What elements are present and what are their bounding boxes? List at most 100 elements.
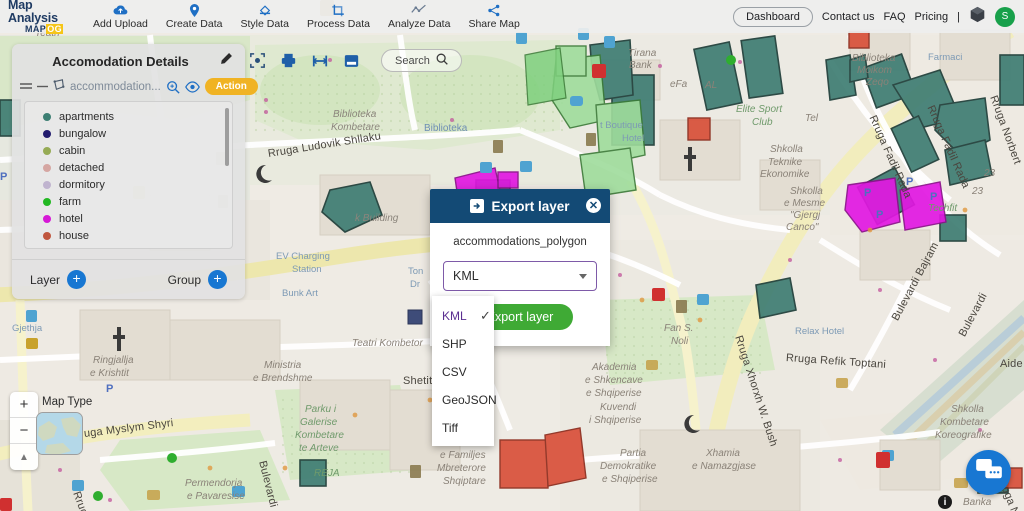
search-icon[interactable] (436, 53, 448, 68)
map-type-label: Map Type (42, 396, 93, 408)
search-placeholder: Search (395, 54, 430, 67)
format-option[interactable]: KML ✓ (432, 302, 494, 330)
info-icon[interactable]: i (938, 495, 952, 509)
dashboard-button[interactable]: Dashboard (733, 6, 813, 27)
fullscreen-target-icon[interactable] (250, 53, 265, 68)
legend-item-label: house (59, 229, 89, 242)
action-button-label: Action (215, 81, 247, 92)
legend-color-swatch (43, 214, 51, 223)
export-layer-dialog: Export layer ✕ accommodations_polygon KM… (430, 189, 610, 446)
zoom-to-layer-icon[interactable] (166, 80, 180, 94)
legend-item-label: apartments (59, 110, 115, 123)
avatar[interactable]: S (995, 6, 1015, 27)
svg-text:P: P (876, 209, 883, 221)
legend-color-swatch (43, 163, 51, 172)
add-group-plus-icon[interactable]: + (208, 270, 227, 289)
nav-process-data[interactable]: Process Data (298, 3, 379, 31)
group-label: Group (167, 272, 201, 287)
nav-add-upload[interactable]: Add Upload (84, 3, 157, 31)
cube-icon[interactable] (969, 6, 986, 28)
map-type-control: Map Type (36, 396, 92, 455)
minus-icon[interactable] (37, 80, 48, 94)
measure-icon[interactable] (312, 54, 328, 68)
format-option-label: Tiff (442, 421, 459, 435)
page-title: Accomodation Details (52, 54, 189, 69)
legend-item[interactable]: cabin (25, 142, 232, 159)
map-pin-icon (189, 3, 200, 17)
search-input[interactable]: Search (381, 49, 462, 72)
format-option[interactable]: SHP (432, 330, 494, 358)
legend-color-swatch (43, 129, 51, 138)
add-group-control[interactable]: Group + (168, 270, 227, 289)
legend-item-label: cabin (59, 144, 86, 157)
map-toolbar: Search (250, 49, 462, 72)
legend-item[interactable]: house (25, 227, 232, 244)
format-option-label: KML (442, 309, 467, 323)
contact-us-link[interactable]: Contact us (822, 11, 875, 23)
legend-item-label: detached (59, 161, 105, 174)
legend-item[interactable]: bungalow (25, 125, 232, 142)
zoom-out-button[interactable]: − (10, 418, 38, 444)
compass-button[interactable]: ▲ (10, 444, 38, 470)
legend-item-label: residential (59, 247, 109, 249)
layer-name[interactable]: accommodation... (70, 81, 161, 93)
legend-icon[interactable] (344, 54, 359, 68)
svg-text:P: P (930, 191, 937, 203)
add-layer-control[interactable]: Layer + (30, 270, 87, 289)
svg-text:P: P (906, 176, 913, 188)
nav-create-data[interactable]: Create Data (157, 3, 232, 31)
pencil-icon[interactable] (219, 52, 235, 71)
format-option[interactable]: GeoJSON (432, 386, 497, 414)
chat-button[interactable] (966, 450, 1011, 495)
print-icon[interactable] (281, 53, 296, 68)
layer-row: accommodation... Action (12, 77, 258, 101)
nav-label: Share Map (468, 17, 520, 30)
nav-analyze-data[interactable]: Analyze Data (379, 3, 459, 31)
map-type-thumbnail[interactable] (36, 412, 83, 455)
legend-item-label: farm (59, 195, 81, 208)
chevron-down-icon (579, 273, 587, 279)
eye-icon[interactable] (184, 80, 200, 94)
legend-list[interactable]: apartments bungalow cabin detached dormitory… (24, 101, 233, 249)
legend-item[interactable]: hotel (25, 210, 232, 227)
legend-color-swatch (43, 231, 51, 240)
layer-label: Layer (30, 272, 61, 287)
zoom-in-button[interactable]: + (10, 392, 38, 418)
nav-label: Create Data (165, 17, 223, 30)
dialog-layer-name: accommodations_polygon (453, 236, 587, 248)
legend-scrollbar[interactable] (225, 108, 229, 166)
action-button[interactable]: Action (204, 78, 258, 95)
brand-logo[interactable]: Map Analysis MAPOG (0, 0, 80, 34)
legend-color-swatch (43, 197, 51, 206)
dialog-title: Export layer (491, 198, 570, 214)
close-icon[interactable]: ✕ (586, 198, 601, 213)
legend-item[interactable]: detached (25, 159, 232, 176)
nav-label: Add Upload (93, 17, 148, 30)
share-icon (487, 4, 501, 17)
legend-color-swatch (43, 146, 51, 155)
legend-item[interactable]: farm (25, 193, 232, 210)
legend-color-swatch (43, 180, 51, 189)
accommodation-details-panel: Accomodation Details accommodation... Ac… (12, 44, 258, 299)
svg-text:P: P (106, 383, 113, 395)
nav-style-data[interactable]: Style Data (232, 3, 298, 31)
format-option[interactable]: CSV (432, 358, 494, 386)
legend-item[interactable]: dormitory (25, 176, 232, 193)
faq-link[interactable]: FAQ (884, 11, 906, 23)
brand-title: Map Analysis (8, 0, 58, 25)
drag-handle-icon[interactable] (20, 80, 32, 94)
chat-bubbles-icon (975, 459, 1002, 486)
legend-item[interactable]: residential (25, 244, 232, 249)
paint-bucket-icon (258, 4, 272, 17)
nav-right-actions: Dashboard Contact us FAQ Pricing | S (733, 6, 1024, 28)
nav-share-map[interactable]: Share Map (459, 3, 528, 31)
dialog-header: Export layer ✕ (430, 189, 610, 223)
legend-item[interactable]: apartments (25, 108, 232, 125)
pricing-link[interactable]: Pricing (915, 11, 949, 23)
format-option-label: SHP (442, 337, 467, 351)
format-option[interactable]: Tiff (432, 414, 494, 442)
format-select[interactable]: KML (443, 261, 597, 291)
panel-footer: Layer + Group + (12, 259, 245, 299)
legend-color-swatch (43, 112, 51, 121)
add-layer-plus-icon[interactable]: + (67, 270, 87, 289)
